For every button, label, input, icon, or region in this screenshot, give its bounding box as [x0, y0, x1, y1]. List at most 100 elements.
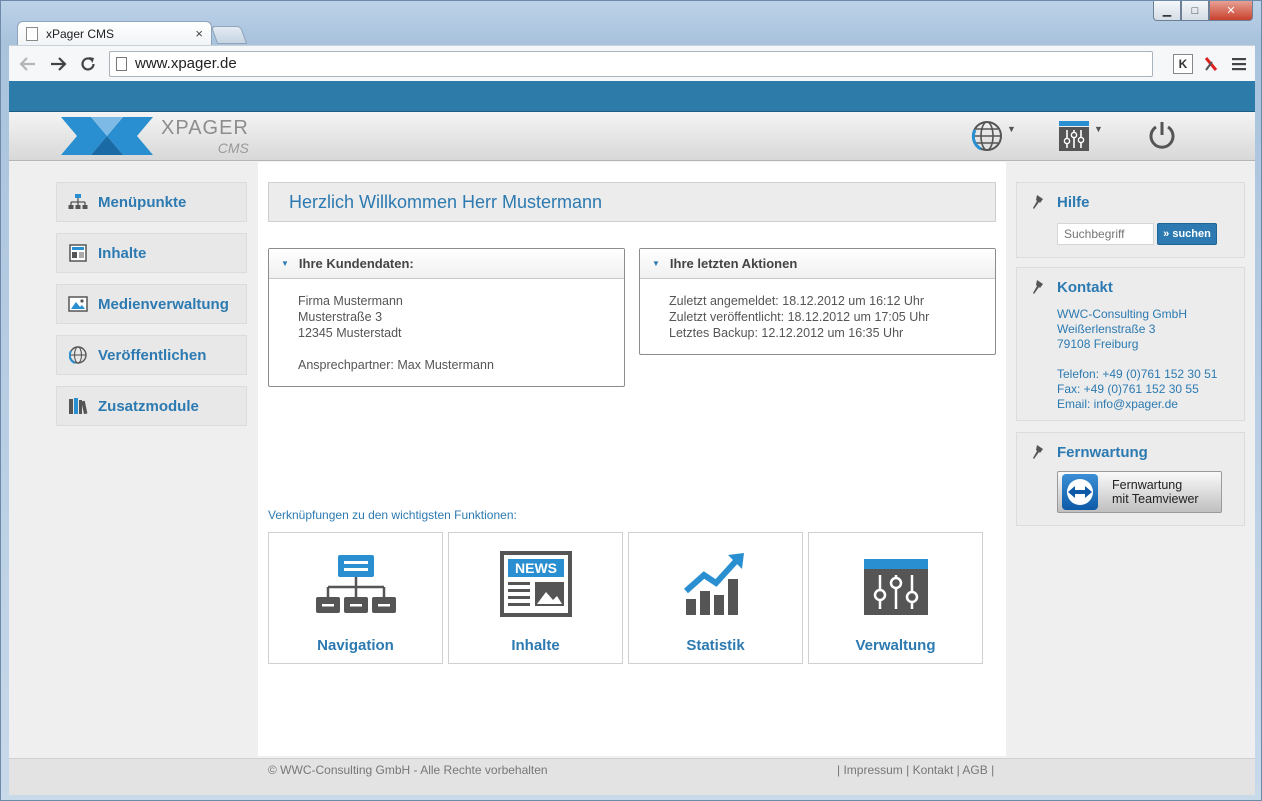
contact-title: Kontakt — [1057, 279, 1113, 296]
sidebar-item-inhalte[interactable]: Inhalte — [56, 233, 247, 273]
customer-company: Firma Mustermann — [298, 294, 403, 308]
browser-toolbar: www.xpager.de K — [9, 45, 1255, 81]
remote-support-box: Fernwartung Fernwartung mit Teamviewer — [1016, 432, 1245, 526]
teamviewer-button[interactable]: Fernwartung mit Teamviewer — [1057, 471, 1222, 513]
customer-data-title: Ihre Kundendaten: — [298, 256, 414, 271]
search-button[interactable]: » suchen — [1157, 223, 1217, 245]
main-content: Herzlich Willkommen Herr Mustermann ▼ Ih… — [258, 162, 1006, 756]
tab-close-icon[interactable]: × — [195, 26, 203, 41]
contact-phone: Telefon: +49 (0)761 152 30 51 — [1057, 367, 1218, 381]
chevron-down-icon: ▼ — [1094, 124, 1103, 134]
teamviewer-label-line1: Fernwartung — [1112, 478, 1183, 492]
back-arrow-icon[interactable] — [15, 51, 41, 77]
xpager-logo[interactable]: XPAGER CMS — [61, 117, 249, 156]
browser-window: ▁ □ ✕ xPager CMS × www.xpager.de K XPAGE… — [0, 0, 1262, 801]
tile-inhalte[interactable]: NEWS Inhalte — [448, 532, 623, 664]
collapse-triangle-icon: ▼ — [281, 259, 289, 268]
address-bar[interactable]: www.xpager.de — [109, 50, 1153, 77]
content-icon — [67, 243, 89, 263]
sidebar-item-label: Medienverwaltung — [98, 295, 229, 313]
tile-label: Statistik — [686, 637, 745, 654]
sidebar-item-zusatzmodule[interactable]: Zusatzmodule — [56, 386, 247, 426]
sliders-icon — [1059, 121, 1089, 151]
recent-actions-header[interactable]: ▼ Ihre letzten Aktionen — [640, 249, 995, 279]
recent-actions-title: Ihre letzten Aktionen — [669, 256, 798, 271]
contact-details: WWC-Consulting GmbH Weißerlenstraße 3 79… — [1057, 307, 1217, 412]
newspaper-icon: NEWS — [449, 549, 622, 619]
teamviewer-label-line2: mit Teamviewer — [1112, 492, 1199, 506]
page-favicon-icon — [26, 26, 38, 41]
news-badge-text: NEWS — [515, 560, 557, 576]
last-login: Zuletzt angemeldet: 18.12.2012 um 16:12 … — [669, 294, 925, 308]
teamviewer-icon — [1062, 474, 1098, 510]
pin-icon — [1033, 195, 1043, 209]
language-menu[interactable]: ▼ — [971, 120, 1016, 152]
right-sidebar: Hilfe » suchen Kontakt WWC-Consulting Gm… — [1006, 162, 1255, 795]
contact-email[interactable]: Email: info@xpager.de — [1057, 397, 1217, 412]
tile-label: Inhalte — [511, 637, 560, 654]
page-footer: © WWC-Consulting GmbH - Alle Rechte vorb… — [9, 758, 1255, 795]
shortcuts-label: Verknüpfungen zu den wichtigsten Funktio… — [268, 508, 517, 522]
settings-menu[interactable]: ▼ — [1058, 120, 1103, 152]
forward-arrow-icon[interactable] — [45, 51, 71, 77]
tile-label: Navigation — [317, 637, 394, 654]
globe-icon — [67, 345, 89, 365]
contact-street: Weißerlenstraße 3 — [1057, 322, 1156, 336]
close-window-button[interactable]: ✕ — [1209, 1, 1253, 21]
collapse-triangle-icon: ▼ — [652, 259, 660, 268]
power-icon — [1149, 122, 1175, 149]
tile-statistik[interactable]: Statistik — [628, 532, 803, 664]
extension-flag-icon[interactable] — [1201, 54, 1221, 74]
new-tab-button[interactable] — [210, 26, 248, 44]
contact-city: 79108 Freiburg — [1057, 337, 1139, 351]
maximize-button[interactable]: □ — [1181, 1, 1209, 21]
statistics-icon — [629, 549, 802, 619]
sidebar-item-menuepunkte[interactable]: Menüpunkte — [56, 182, 247, 222]
books-icon — [67, 396, 89, 416]
browser-menu-icon[interactable] — [1229, 54, 1249, 74]
sidebar-item-veroeffentlichen[interactable]: Veröffentlichen — [56, 335, 247, 375]
last-backup: Letztes Backup: 12.12.2012 um 16:35 Uhr — [669, 326, 904, 340]
tile-navigation[interactable]: Navigation — [268, 532, 443, 664]
browser-tab[interactable]: xPager CMS × — [17, 21, 212, 45]
navigation-tree-icon — [269, 549, 442, 619]
logo-sub: CMS — [217, 140, 249, 156]
sidebar-item-label: Inhalte — [98, 244, 147, 262]
window-controls: ▁ □ ✕ — [1153, 1, 1253, 21]
tab-title: xPager CMS — [46, 26, 115, 41]
sidebar-item-label: Zusatzmodule — [98, 397, 199, 415]
sidebar-item-medienverwaltung[interactable]: Medienverwaltung — [56, 284, 247, 324]
customer-city: 12345 Musterstadt — [298, 326, 402, 340]
customer-street: Musterstraße 3 — [298, 310, 383, 324]
contact-company: WWC-Consulting GmbH — [1057, 307, 1188, 321]
search-input[interactable] — [1057, 223, 1154, 245]
pin-icon — [1033, 280, 1043, 294]
cms-header: XPAGER CMS ▼ ▼ — [9, 112, 1255, 161]
logout-button[interactable] — [1146, 120, 1178, 152]
customer-contact-person: Ansprechpartner: Max Mustermann — [298, 358, 494, 372]
reload-icon[interactable] — [75, 51, 101, 77]
tile-verwaltung[interactable]: Verwaltung — [808, 532, 983, 664]
contact-box: Kontakt WWC-Consulting GmbH Weißerlenstr… — [1016, 267, 1245, 421]
left-sidebar: Menüpunkte Inhalte Medienverwaltung Verö… — [9, 162, 258, 795]
tile-label: Verwaltung — [855, 637, 936, 654]
sidebar-item-label: Veröffentlichen — [98, 346, 207, 364]
customer-data-box: ▼ Ihre Kundendaten: Firma Mustermann Mus… — [268, 248, 625, 387]
page-viewport: XPAGER CMS ▼ ▼ Menüpunkte Inhalte Medien… — [9, 81, 1255, 795]
last-publish: Zuletzt veröffentlicht: 18.12.2012 um 17… — [669, 310, 930, 324]
minimize-button[interactable]: ▁ — [1153, 1, 1181, 21]
pin-icon — [1033, 445, 1043, 459]
remote-support-title: Fernwartung — [1057, 444, 1148, 461]
help-box: Hilfe » suchen — [1016, 182, 1245, 258]
extension-k-icon[interactable]: K — [1173, 53, 1193, 74]
chevron-down-icon: ▼ — [1007, 124, 1016, 134]
url-text: www.xpager.de — [135, 55, 237, 72]
logo-name: XPAGER — [161, 117, 249, 139]
image-icon — [67, 294, 89, 314]
customer-data-header[interactable]: ▼ Ihre Kundendaten: — [269, 249, 624, 279]
contact-fax: Fax: +49 (0)761 152 30 55 — [1057, 382, 1199, 396]
sidebar-item-label: Menüpunkte — [98, 193, 187, 211]
footer-links[interactable]: | Impressum | Kontakt | AGB | — [837, 763, 994, 777]
page-title: Herzlich Willkommen Herr Mustermann — [268, 182, 996, 222]
sitemap-icon — [67, 192, 89, 212]
